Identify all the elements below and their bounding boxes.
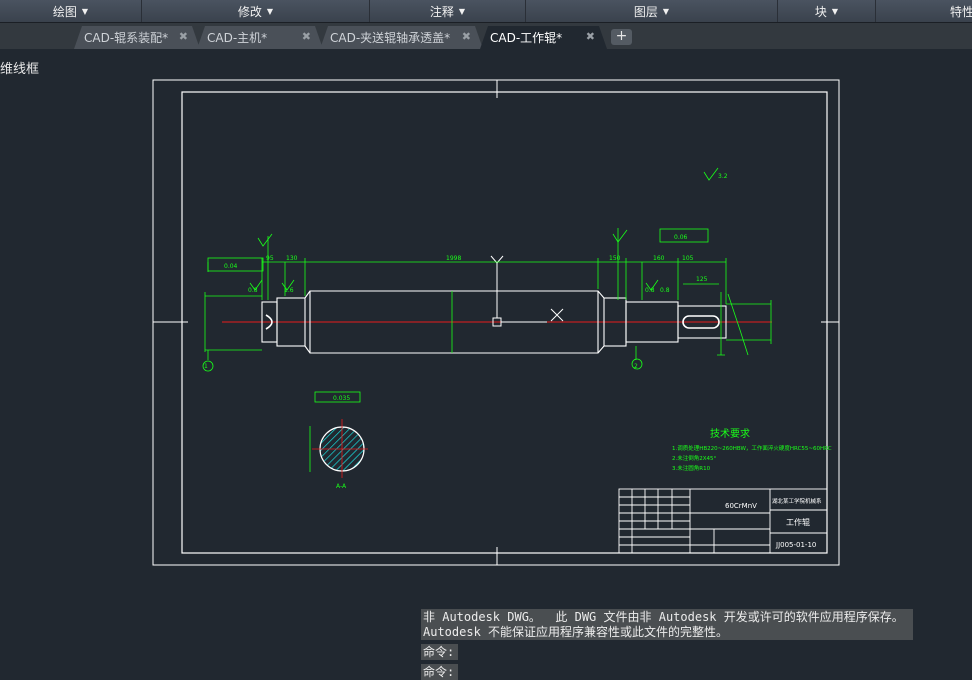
technical-requirements: 技术要求 1.调质处理HB220~260HBW，工作面淬火硬度HRC55~60H… bbox=[672, 427, 832, 472]
tolerance-section: 0.035 bbox=[333, 395, 350, 402]
tb-company: 湖北某工学院机械系 bbox=[772, 497, 822, 505]
tolerance-left: 0.04 bbox=[224, 263, 238, 270]
dim-right-body: 150 bbox=[609, 255, 621, 262]
command-prompt-line: 命令: bbox=[421, 644, 458, 660]
chevron-down-icon: ▼ bbox=[662, 6, 670, 16]
dim-right-mid: 160 bbox=[653, 255, 665, 262]
command-input[interactable]: 命令: bbox=[421, 664, 458, 680]
command-history: 非 Autodesk DWG。 此 DWG 文件由非 Autodesk 开发或许… bbox=[421, 609, 913, 640]
section-view: 0.035 A-A bbox=[309, 391, 368, 490]
tech-req-line-2: 2.未注倒角2X45° bbox=[672, 454, 717, 462]
tech-req-line-3: 3.未注圆角R10 bbox=[672, 464, 711, 472]
ribbon-draw-panel[interactable]: 绘图 ▼ bbox=[0, 0, 142, 22]
ribbon-properties-label: 特性 bbox=[950, 4, 972, 19]
close-icon[interactable]: ✖ bbox=[586, 30, 595, 43]
ribbon-properties-panel[interactable]: 特性 bbox=[876, 0, 972, 22]
close-icon[interactable]: ✖ bbox=[179, 30, 188, 43]
ribbon-layers-panel[interactable]: 图层 ▼ bbox=[526, 0, 778, 22]
viewport-visual-style-label[interactable]: 维线框 bbox=[0, 58, 39, 77]
ribbon-block-label: 块 bbox=[814, 4, 827, 19]
roughness-symbols bbox=[202, 167, 719, 372]
tech-req-line-1: 1.调质处理HB220~260HBW，工作面淬火硬度HRC55~60HRC bbox=[672, 444, 832, 452]
dimension-labels: 1998 130 150 160 125 95 105 0.04 0.06 0.… bbox=[204, 173, 728, 370]
tech-req-title: 技术要求 bbox=[710, 427, 750, 440]
ribbon-layers-label: 图层 bbox=[633, 4, 658, 19]
roughness-right-2: 0.8 bbox=[660, 287, 670, 294]
section-label: A-A bbox=[336, 483, 347, 490]
tab-roll-assembly[interactable]: CAD-辊系装配* ✖ bbox=[74, 26, 200, 49]
title-block-text: 60CrMnV 湖北某工学院机械系 工作辊 JJ005-01-10 bbox=[725, 497, 822, 549]
tab-label: CAD-工作辊* bbox=[490, 31, 563, 45]
dim-small-b: 105 bbox=[682, 255, 694, 262]
ribbon-modify-panel[interactable]: 修改 ▼ bbox=[142, 0, 370, 22]
command-history-line: Autodesk 不能保证应用程序兼容性或此文件的完整性。 bbox=[423, 625, 729, 639]
chevron-down-icon: ▼ bbox=[266, 6, 274, 16]
dim-overall-length: 1998 bbox=[446, 255, 461, 262]
chevron-down-icon: ▼ bbox=[458, 6, 466, 16]
tb-drawing-no: JJ005-01-10 bbox=[775, 541, 816, 549]
command-history-line: 非 Autodesk DWG。 此 DWG 文件由非 Autodesk 开发或许… bbox=[423, 610, 904, 624]
dim-left-body: 130 bbox=[286, 255, 298, 262]
ribbon-panel-bar: 绘图 ▼ 修改 ▼ 注释 ▼ 图层 ▼ 块 ▼ 特性 bbox=[0, 0, 972, 23]
ribbon-annotate-label: 注释 bbox=[429, 4, 454, 19]
drawing-canvas[interactable]: 1998 130 150 160 125 95 105 0.04 0.06 0.… bbox=[0, 49, 972, 680]
chevron-down-icon: ▼ bbox=[831, 6, 839, 16]
tab-label: CAD-夹送辊轴承透盖* bbox=[330, 31, 451, 45]
tab-label: CAD-辊系装配* bbox=[84, 31, 169, 45]
tab-label: CAD-主机* bbox=[207, 31, 268, 45]
tb-part-name: 工作辊 bbox=[786, 517, 810, 527]
tab-pinch-roll-cover[interactable]: CAD-夹送辊轴承透盖* ✖ bbox=[320, 26, 483, 49]
datum-left: 1 bbox=[204, 363, 208, 370]
close-icon[interactable]: ✖ bbox=[462, 30, 471, 43]
dimension-lines bbox=[204, 228, 772, 360]
tb-material: 60CrMnV bbox=[725, 502, 757, 510]
close-icon[interactable]: ✖ bbox=[302, 30, 311, 43]
ribbon-annotate-panel[interactable]: 注释 ▼ bbox=[370, 0, 526, 22]
ribbon-modify-label: 修改 bbox=[237, 4, 262, 19]
dim-small-a: 95 bbox=[266, 255, 274, 262]
file-tab-bar: CAD-辊系装配* ✖ CAD-主机* ✖ CAD-夹送辊轴承透盖* ✖ CAD-工作… bbox=[0, 23, 972, 49]
roughness-general: 3.2 bbox=[718, 173, 728, 180]
tab-work-roll[interactable]: CAD-工作辊* ✖ bbox=[480, 26, 607, 49]
tolerance-right: 0.06 bbox=[674, 234, 688, 241]
ribbon-draw-label: 绘图 bbox=[52, 4, 77, 19]
new-tab-button[interactable]: + bbox=[611, 29, 632, 45]
dim-key-length: 125 bbox=[696, 276, 708, 283]
chevron-down-icon: ▼ bbox=[81, 6, 89, 16]
tab-main-machine[interactable]: CAD-主机* ✖ bbox=[197, 26, 323, 49]
ribbon-block-panel[interactable]: 块 ▼ bbox=[778, 0, 876, 22]
